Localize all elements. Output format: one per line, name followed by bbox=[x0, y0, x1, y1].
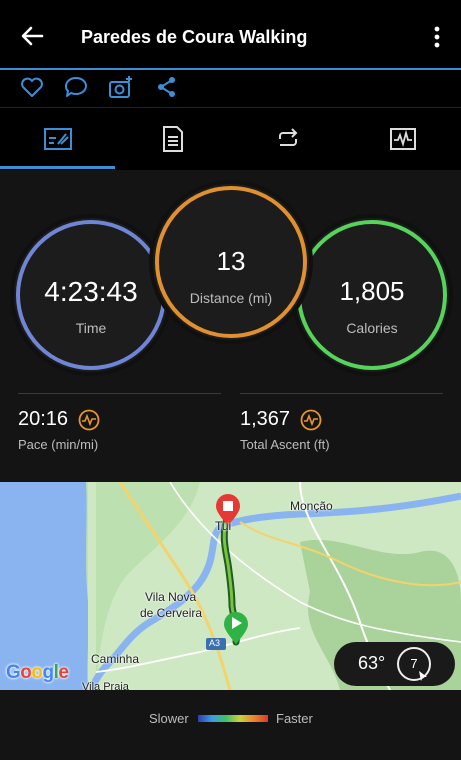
google-logo: Google bbox=[6, 662, 69, 683]
pace-label: Pace (min/mi) bbox=[18, 437, 99, 452]
wind-direction-arrow-icon bbox=[419, 671, 427, 681]
time-label: Time bbox=[75, 320, 107, 336]
distance-label: Distance (mi) bbox=[189, 290, 273, 306]
map-label-vila-nova: Vila Nova bbox=[145, 590, 197, 604]
calories-ring: 1,805 Calories bbox=[295, 218, 449, 372]
pulse-icon bbox=[300, 409, 322, 430]
add-photo-icon[interactable] bbox=[108, 74, 134, 100]
repeat-icon bbox=[278, 128, 297, 146]
pace-legend: Slower Faster bbox=[0, 690, 461, 760]
legend-slower-label: Slower bbox=[149, 711, 189, 726]
chart-icon bbox=[389, 128, 416, 150]
map-label-moncao: Monção bbox=[290, 499, 333, 513]
more-vert-icon[interactable] bbox=[427, 24, 447, 50]
road-shield-a3: A3 bbox=[209, 638, 221, 648]
legend-faster-label: Faster bbox=[276, 711, 313, 726]
pace-value: 20:16 bbox=[18, 408, 69, 430]
map-label-tui: Tui bbox=[215, 519, 232, 533]
map-label-caminha: Caminha bbox=[91, 652, 140, 666]
heart-icon[interactable] bbox=[19, 74, 45, 100]
map-label-cerveira: de Cerveira bbox=[140, 606, 203, 620]
document-icon bbox=[162, 126, 183, 152]
route-map[interactable]: Tui Monção Vila Nova de Cerveira Caminha… bbox=[0, 482, 461, 690]
tab-bar bbox=[0, 109, 461, 169]
time-ring: 4:23:43 Time bbox=[14, 218, 168, 372]
distance-value: 13 bbox=[216, 246, 246, 276]
distance-ring: 13 Distance (mi) bbox=[153, 184, 309, 340]
time-value: 4:23:43 bbox=[44, 276, 138, 307]
ascent-label: Total Ascent (ft) bbox=[240, 437, 330, 452]
tab-charts[interactable] bbox=[345, 109, 460, 169]
tab-laps[interactable] bbox=[230, 109, 345, 169]
wind-speed-value: 7 bbox=[410, 656, 418, 671]
app-bar: Paredes de Coura Walking bbox=[0, 0, 461, 70]
summary-icon bbox=[43, 128, 72, 150]
share-icon[interactable] bbox=[154, 74, 180, 100]
ascent-value: 1,367 bbox=[240, 408, 291, 430]
page-title: Paredes de Coura Walking bbox=[81, 27, 308, 47]
map-label-vila-praia: Vila Praia bbox=[82, 681, 129, 690]
tab-summary[interactable] bbox=[0, 109, 115, 169]
back-arrow-icon[interactable] bbox=[18, 22, 46, 50]
comment-icon[interactable] bbox=[63, 74, 89, 100]
pace-metric: 20:16 Pace (min/mi) bbox=[18, 393, 221, 452]
tab-details[interactable] bbox=[115, 109, 230, 169]
temperature-value: 63° bbox=[358, 653, 386, 673]
pace-gradient-bar bbox=[198, 715, 268, 722]
weather-badge[interactable]: 63° 7 bbox=[334, 642, 455, 686]
ascent-metric: 1,367 Total Ascent (ft) bbox=[240, 393, 443, 452]
pulse-icon bbox=[78, 409, 100, 430]
calories-value: 1,805 bbox=[339, 276, 405, 306]
calories-label: Calories bbox=[346, 320, 398, 336]
action-bar bbox=[0, 72, 461, 108]
